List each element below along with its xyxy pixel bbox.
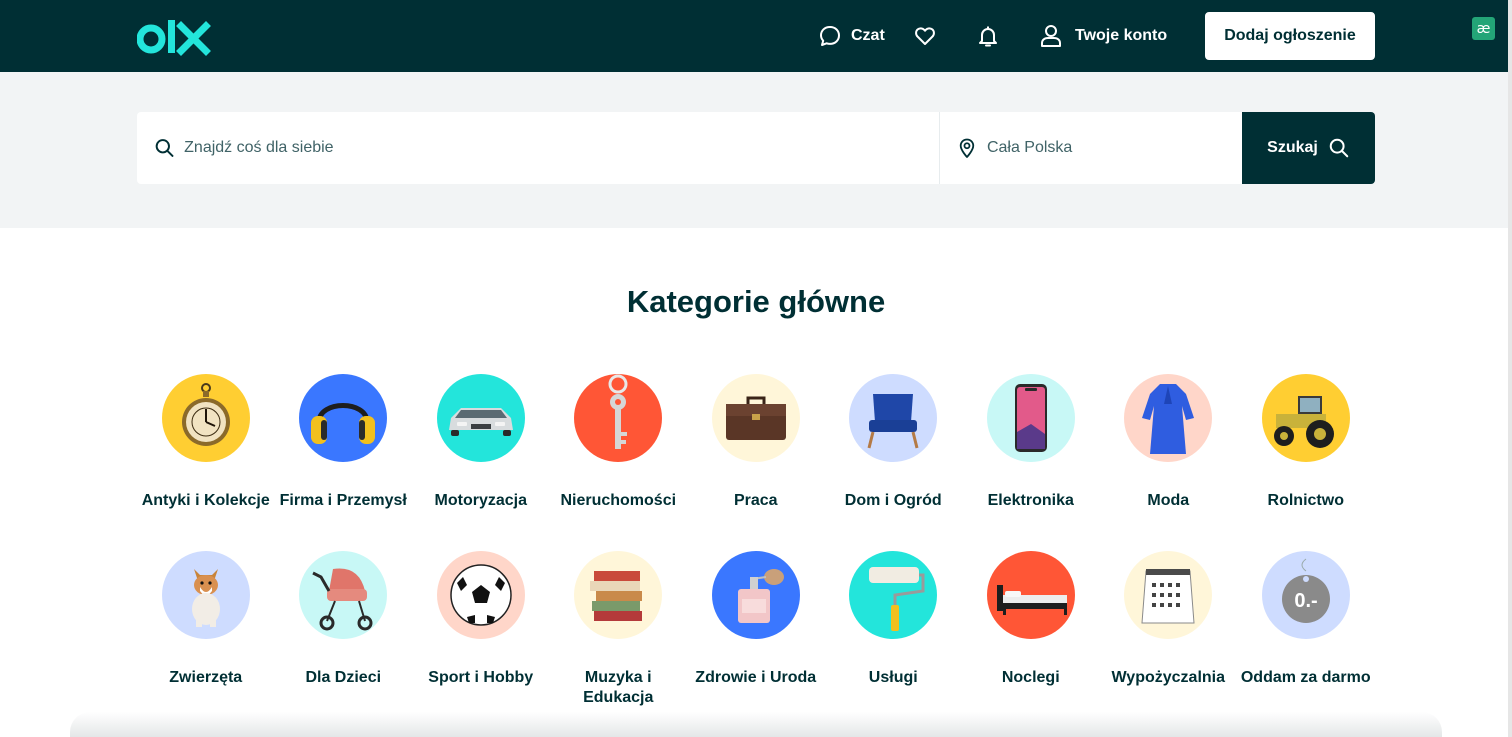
category-electronics[interactable]: Elektronika (962, 374, 1100, 511)
category-free[interactable]: 0.- Oddam za darmo (1237, 551, 1375, 708)
category-agriculture[interactable]: Rolnictwo (1237, 374, 1375, 511)
stroller-icon (299, 551, 388, 639)
bottom-panel-shadow (70, 712, 1442, 737)
price-tag-text: 0.- (1294, 590, 1317, 612)
category-business[interactable]: Firma i Przemysł (275, 374, 413, 511)
category-services[interactable]: Usługi (825, 551, 963, 708)
category-real-estate[interactable]: Nieruchomości (550, 374, 688, 511)
category-label: Usługi (868, 669, 918, 686)
category-label: Zwierzęta (169, 669, 243, 686)
category-home-garden[interactable]: Dom i Ogród (825, 374, 963, 511)
category-automotive[interactable]: Motoryzacja (412, 374, 550, 511)
search-button[interactable]: Szukaj (1242, 112, 1375, 184)
briefcase-icon (711, 374, 800, 462)
olx-logo[interactable] (137, 17, 211, 57)
category-label: Sport i Hobby (428, 669, 534, 686)
books-icon (574, 551, 663, 639)
ear-protectors-icon (299, 374, 388, 462)
category-label: Oddam za darmo (1240, 669, 1371, 686)
category-label: Zdrowie i Uroda (695, 669, 817, 686)
category-label: Moda (1147, 492, 1190, 509)
tractor-icon (1261, 374, 1350, 462)
category-label: Motoryzacja (434, 492, 527, 509)
bed-icon (986, 551, 1075, 639)
category-label: Praca (733, 492, 778, 509)
search-query-field[interactable] (137, 112, 939, 184)
search-bar: Szukaj (137, 112, 1375, 184)
category-label: Elektronika (987, 492, 1074, 509)
browser-extension-icon[interactable]: æ (1472, 17, 1495, 40)
dog-icon (161, 551, 250, 639)
category-health-beauty[interactable]: Zdrowie i Uroda (687, 551, 825, 708)
car-icon (436, 374, 525, 462)
user-icon (1041, 25, 1061, 47)
pocket-watch-icon (161, 374, 250, 462)
category-music-education[interactable]: Muzyka i Edukacja (550, 551, 688, 708)
category-label: Nieruchomości (560, 492, 677, 509)
category-fashion[interactable]: Moda (1100, 374, 1238, 511)
category-label: Dom i Ogród (844, 492, 942, 509)
category-label: Rolnictwo (1267, 492, 1344, 509)
category-label: Muzyka i Edukacja (583, 669, 654, 706)
chat-link[interactable]: Czat (818, 0, 885, 72)
perfume-icon (711, 551, 800, 639)
paint-roller-icon (849, 551, 938, 639)
favorites-link[interactable] (913, 0, 937, 72)
category-pets[interactable]: Zwierzęta (137, 551, 275, 708)
bell-icon (979, 26, 997, 47)
key-icon (574, 374, 663, 462)
chat-bubble-icon (820, 26, 840, 46)
search-button-label: Szukaj (1267, 139, 1318, 156)
category-kids[interactable]: Dla Dzieci (275, 551, 413, 708)
notifications-link[interactable] (976, 0, 1000, 72)
location-pin-icon (959, 138, 975, 158)
top-header: Czat Twoje konto Dodaj ogłoszenie æ (0, 0, 1512, 72)
dress-icon (1124, 374, 1213, 462)
heart-icon (915, 27, 935, 45)
category-label: Firma i Przemysł (279, 492, 407, 509)
location-input[interactable] (986, 139, 1242, 157)
chat-label: Czat (851, 27, 885, 44)
category-sport[interactable]: Sport i Hobby (412, 551, 550, 708)
account-link[interactable]: Twoje konto (1040, 0, 1167, 72)
category-label: Dla Dzieci (305, 669, 382, 686)
category-label: Noclegi (1001, 669, 1060, 686)
football-icon (436, 551, 525, 639)
account-label: Twoje konto (1075, 27, 1168, 44)
price-tag-icon: 0.- (1261, 551, 1350, 639)
category-antiques[interactable]: Antyki i Kolekcje (137, 374, 275, 511)
search-icon (155, 139, 174, 157)
categories-title: Kategorie główne (626, 284, 886, 319)
calendar-icon (1124, 551, 1213, 639)
location-field[interactable] (940, 112, 1242, 184)
armchair-icon (849, 374, 938, 462)
category-rental[interactable]: Wypożyczalnia (1100, 551, 1238, 708)
category-label: Antyki i Kolekcje (141, 492, 270, 509)
categories-grid: Antyki i Kolekcje Firma i Przemysł Motor… (137, 374, 1375, 708)
scrollbar[interactable] (1508, 0, 1512, 737)
category-accommodation[interactable]: Noclegi (962, 551, 1100, 708)
search-input[interactable] (184, 139, 939, 157)
category-label: Wypożyczalnia (1111, 669, 1225, 686)
post-ad-button[interactable]: Dodaj ogłoszenie (1205, 12, 1375, 60)
search-button-icon (1329, 138, 1349, 158)
smartphone-icon (986, 374, 1075, 462)
olx-logo-icon (137, 20, 211, 56)
category-jobs[interactable]: Praca (687, 374, 825, 511)
